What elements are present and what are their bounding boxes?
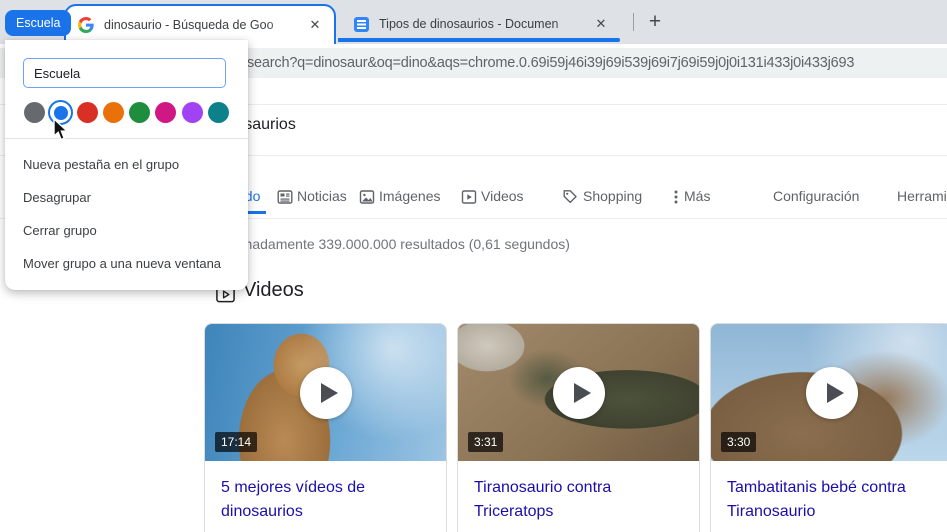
group-color-orange[interactable] [102, 102, 124, 123]
tab-mas[interactable]: Más [684, 188, 710, 204]
tools-link[interactable]: Herramientas [897, 188, 947, 204]
menu-item-close-group[interactable]: Cerrar grupo [5, 214, 248, 247]
menu-item-move-group-to-new-window[interactable]: Mover grupo a una nueva ventana [5, 247, 248, 280]
tab-noticias[interactable]: Noticias [297, 188, 347, 204]
tab-dinosaurio-search[interactable]: dinosaurio - Búsqueda de Goo ✕ [64, 4, 336, 44]
menu-item-new-tab-in-group[interactable]: Nueva pestaña en el grupo [5, 148, 248, 181]
image-icon [359, 190, 375, 204]
video-title-link[interactable]: Tambatitanis bebé contra Tiranosaurio [711, 461, 947, 532]
news-icon [277, 190, 293, 204]
group-color-pink[interactable] [155, 102, 177, 123]
new-tab-button[interactable]: + [641, 8, 669, 36]
video-title-link[interactable]: Tiranosaurio contra Triceratops [458, 461, 699, 532]
tab-group-menu: Nueva pestaña en el grupo Desagrupar Cer… [5, 40, 248, 290]
video-duration-badge: 3:31 [468, 432, 504, 452]
group-color-grey[interactable] [24, 102, 45, 123]
video-card[interactable]: 3:30 Tambatitanis bebé contra Tiranosaur… [710, 323, 947, 532]
results-stats: Aproximadamente 339.000.000 resultados (… [201, 236, 570, 252]
settings-link[interactable]: Configuración [773, 188, 859, 204]
tab-group-chip[interactable]: Escuela [5, 10, 72, 36]
menu-items: Nueva pestaña en el grupo Desagrupar Cer… [5, 139, 248, 280]
tab-shopping[interactable]: Shopping [583, 188, 642, 204]
play-button-icon[interactable] [805, 366, 858, 419]
video-title-link[interactable]: 5 mejores vídeos de dinosaurios [205, 461, 446, 532]
google-docs-icon [354, 16, 369, 32]
close-icon[interactable]: ✕ [592, 15, 610, 33]
video-card[interactable]: 3:31 Tiranosaurio contra Triceratops [457, 323, 700, 532]
google-g-icon [78, 17, 94, 33]
group-color-red[interactable] [76, 102, 98, 123]
group-color-purple[interactable] [181, 102, 203, 123]
tag-icon [563, 190, 577, 204]
tab-divider [633, 13, 634, 31]
tab-title: Tipos de dinosaurios - Documen [379, 17, 586, 31]
video-duration-badge: 3:30 [721, 432, 757, 452]
close-icon[interactable]: ✕ [306, 16, 324, 34]
tab-title: dinosaurio - Búsqueda de Goo [104, 18, 300, 32]
group-name-input[interactable] [23, 58, 226, 88]
group-color-green[interactable] [129, 102, 151, 123]
video-thumbnail[interactable]: 17:14 [205, 324, 446, 461]
video-card[interactable]: 17:14 5 mejores vídeos de dinosaurios [204, 323, 447, 532]
play-button-icon[interactable] [299, 366, 352, 419]
tab-imagenes[interactable]: Imágenes [379, 188, 440, 204]
video-thumbnail[interactable]: 3:31 [458, 324, 699, 461]
browser-window: dinosaurios Todo Noticias Imágenes Video… [0, 0, 947, 532]
video-thumbnail[interactable]: 3:30 [711, 324, 947, 461]
tab-videos[interactable]: Videos [481, 188, 524, 204]
video-play-icon [461, 190, 477, 204]
mouse-cursor [53, 118, 69, 141]
menu-item-ungroup[interactable]: Desagrupar [5, 181, 248, 214]
video-cards-row: 17:14 5 mejores vídeos de dinosaurios 3:… [204, 323, 947, 532]
tab-group-underline [338, 38, 620, 42]
more-vertical-icon [674, 190, 678, 204]
videos-section-title: Videos [243, 279, 304, 301]
group-color-cyan[interactable] [207, 102, 229, 123]
url-text[interactable]: search?q=dinosaur&oq=dino&aqs=chrome.0.6… [247, 48, 854, 78]
video-duration-badge: 17:14 [215, 432, 258, 452]
play-button-icon[interactable] [552, 366, 605, 419]
